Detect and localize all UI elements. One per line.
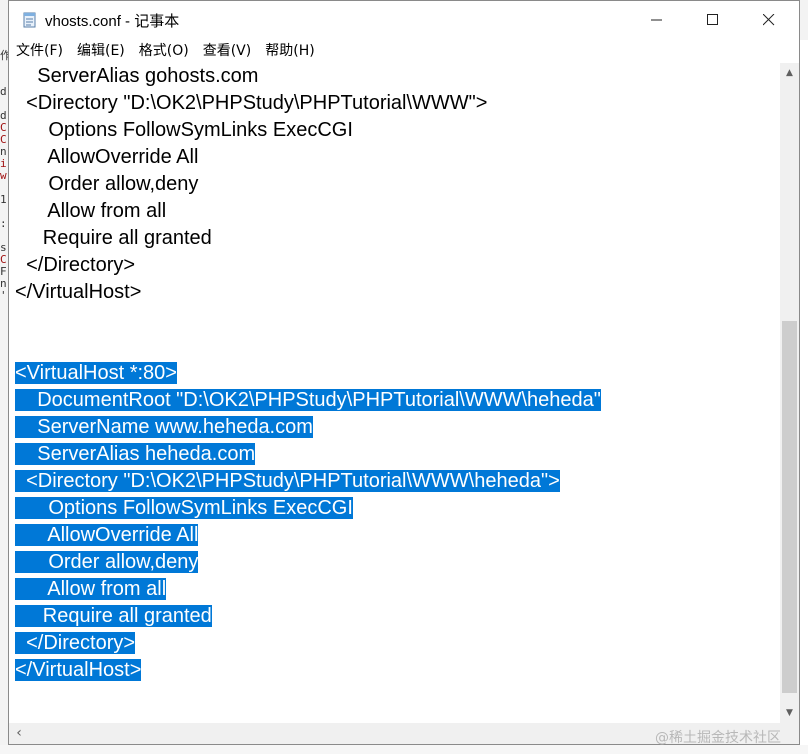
editor-line[interactable]: ServerName www.heheda.com — [15, 414, 313, 441]
editor-line[interactable]: <Directory "D:\OK2\PHPStudy\PHPTutorial\… — [15, 90, 487, 117]
background-bottom — [0, 745, 808, 754]
editor-line[interactable]: <Directory "D:\OK2\PHPStudy\PHPTutorial\… — [15, 468, 560, 495]
vertical-scrollbar[interactable]: ▲ ▼ — [780, 63, 799, 723]
editor-line-text: Options FollowSymLinks ExecCGI — [15, 497, 353, 519]
editor-line-text: Require all granted — [15, 605, 212, 627]
editor-line[interactable]: Order allow,deny — [15, 171, 198, 198]
background-window-edge-right — [800, 0, 808, 40]
editor-line[interactable]: AllowOverride All — [15, 522, 199, 549]
menu-view[interactable]: 查看(V) — [196, 39, 259, 63]
editor-line[interactable]: </VirtualHost> — [15, 657, 142, 684]
editor-line-text: Allow from all — [15, 200, 167, 222]
editor-line[interactable]: DocumentRoot "D:\OK2\PHPStudy\PHPTutoria… — [15, 387, 601, 414]
editor-line[interactable]: ServerAlias gohosts.com — [15, 63, 258, 90]
menu-format[interactable]: 格式(O) — [132, 39, 196, 63]
editor-line-text: </Directory> — [15, 254, 136, 276]
editor-line[interactable]: Require all granted — [15, 603, 212, 630]
scroll-down-icon[interactable]: ▼ — [780, 705, 799, 721]
menu-bar: 文件(F) 编辑(E) 格式(O) 查看(V) 帮助(H) — [9, 39, 799, 63]
editor-line[interactable]: Options FollowSymLinks ExecCGI — [15, 117, 353, 144]
maximize-button[interactable] — [685, 1, 741, 39]
editor-line-text: </VirtualHost> — [15, 281, 142, 303]
close-button[interactable] — [741, 1, 797, 39]
editor-line[interactable]: <VirtualHost *:80> — [15, 360, 177, 387]
background-window-edge: 作 d d C Cn i w 1: s C Fn ' — [0, 0, 8, 754]
notepad-icon — [22, 12, 38, 28]
editor-line-text: Allow from all — [15, 578, 167, 600]
editor-line-text: <Directory "D:\OK2\PHPStudy\PHPTutorial\… — [15, 92, 488, 114]
editor-line-text: ServerName www.heheda.com — [15, 416, 313, 438]
editor-line[interactable]: </VirtualHost> — [15, 279, 141, 306]
editor-line[interactable]: Options FollowSymLinks ExecCGI — [15, 495, 353, 522]
background-glyph: ' — [0, 289, 7, 302]
editor-line[interactable]: </Directory> — [15, 252, 135, 279]
notepad-window: vhosts.conf - 记事本 文件(F) 编辑(E) 格式(O) 查看(V… — [8, 0, 800, 745]
menu-edit[interactable]: 编辑(E) — [70, 39, 132, 63]
minimize-button[interactable] — [629, 1, 685, 39]
editor-line-text: </VirtualHost> — [15, 659, 142, 681]
editor-line-text: AllowOverride All — [15, 146, 199, 168]
text-editor[interactable]: ServerAlias gohosts.com <Directory "D:\O… — [9, 63, 780, 723]
editor-line-text: Require all granted — [15, 227, 212, 249]
editor-line-text: <Directory "D:\OK2\PHPStudy\PHPTutorial\… — [15, 470, 560, 492]
editor-line[interactable]: Allow from all — [15, 198, 166, 225]
title-bar[interactable]: vhosts.conf - 记事本 — [9, 1, 799, 39]
scrollbar-thumb[interactable] — [782, 321, 797, 693]
background-glyph: : — [0, 217, 7, 230]
scroll-up-icon[interactable]: ▲ — [780, 65, 799, 81]
close-icon — [763, 14, 775, 26]
watermark: @稀土掘金技术社区 — [655, 730, 781, 746]
menu-help[interactable]: 帮助(H) — [258, 39, 321, 63]
minimize-icon — [651, 19, 662, 21]
maximize-icon — [707, 14, 718, 25]
editor-line-text: Order allow,deny — [15, 551, 199, 573]
scrollbar-corner — [780, 723, 799, 744]
editor-line[interactable]: ServerAlias heheda.com — [15, 441, 256, 468]
editor-line-text: <VirtualHost *:80> — [15, 362, 177, 384]
background-glyph: 作 — [0, 49, 8, 62]
editor-line-text: </Directory> — [15, 632, 136, 654]
editor-line[interactable]: </Directory> — [15, 630, 136, 657]
window-title: vhosts.conf - 记事本 — [45, 13, 180, 30]
editor-line[interactable]: Allow from all — [15, 576, 167, 603]
background-glyph: w — [0, 169, 7, 182]
editor-line[interactable]: Require all granted — [15, 225, 212, 252]
editor-line-text: Options FollowSymLinks ExecCGI — [15, 119, 353, 141]
editor-line[interactable]: AllowOverride All — [15, 144, 198, 171]
background-glyph: d — [0, 85, 7, 98]
editor-line-text: AllowOverride All — [15, 524, 199, 546]
background-glyph: 1 — [0, 193, 7, 206]
editor-line-text: DocumentRoot "D:\OK2\PHPStudy\PHPTutoria… — [15, 389, 601, 411]
menu-file[interactable]: 文件(F) — [9, 39, 70, 63]
editor-line-text: ServerAlias heheda.com — [15, 443, 256, 465]
editor-line[interactable]: Order allow,deny — [15, 549, 199, 576]
editor-line-text: Order allow,deny — [15, 173, 199, 195]
scroll-left-icon[interactable]: ‹ — [11, 725, 27, 742]
editor-line-text: ServerAlias gohosts.com — [15, 65, 259, 87]
